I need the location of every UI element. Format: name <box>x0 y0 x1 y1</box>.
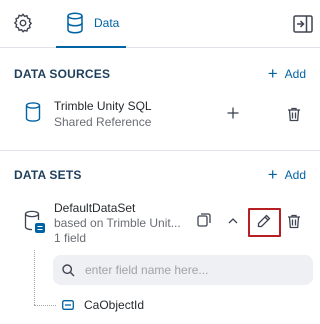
gear-icon <box>13 13 33 33</box>
data-set-name: DefaultDataSet <box>54 201 136 215</box>
edit-button-highlight <box>248 208 281 237</box>
trash-icon <box>288 107 300 121</box>
data-panel: Data DATA SOURCES + Add Trimble Unity SQ… <box>0 0 320 324</box>
tree-connector <box>34 250 35 305</box>
field-icon <box>62 300 74 310</box>
data-sources-header: DATA SOURCES + Add <box>14 64 306 84</box>
data-sources-title: DATA SOURCES <box>14 67 111 81</box>
tab-data-label: Data <box>94 16 120 30</box>
field-search-input[interactable] <box>85 263 295 277</box>
add-data-source-button[interactable]: + Add <box>267 64 306 83</box>
duplicate-data-set-button[interactable] <box>192 208 216 232</box>
panel-tab-bar: Data <box>0 0 320 48</box>
data-sets-title: DATA SETS <box>14 168 82 182</box>
plus-icon: + <box>267 165 278 184</box>
data-source-name: Trimble Unity SQL <box>54 99 152 113</box>
section-divider <box>0 150 320 151</box>
add-to-dataset-button[interactable] <box>221 101 245 125</box>
collapse-data-set-button[interactable] <box>221 208 245 232</box>
database-icon <box>25 102 41 122</box>
add-data-set-label: Add <box>284 168 306 182</box>
data-set-field-count: 1 field <box>54 231 87 245</box>
tab-settings[interactable] <box>10 10 36 36</box>
delete-data-set-button[interactable] <box>282 209 306 233</box>
tab-data[interactable]: Data <box>56 0 126 48</box>
field-list-item[interactable]: CaObjectId <box>62 296 144 314</box>
tree-connector <box>34 305 56 306</box>
plus-icon: + <box>267 64 278 83</box>
data-sets-header: DATA SETS + Add <box>14 165 306 185</box>
trash-icon <box>288 214 300 228</box>
dataset-icon <box>24 210 45 233</box>
chevron-up-icon <box>228 217 238 223</box>
data-source-row[interactable]: Trimble Unity SQL Shared Reference <box>0 96 320 136</box>
data-set-subtitle: based on Trimble Unit... <box>54 216 181 230</box>
data-source-subtitle: Shared Reference <box>54 115 152 129</box>
delete-data-source-button[interactable] <box>282 102 306 126</box>
copy-icon <box>197 213 211 227</box>
plus-icon <box>227 107 239 119</box>
field-name: CaObjectId <box>84 298 145 312</box>
field-search-box <box>53 255 313 285</box>
search-icon <box>62 263 75 276</box>
collapse-panel-button[interactable] <box>292 13 314 35</box>
add-data-set-button[interactable]: + Add <box>267 165 306 184</box>
add-data-source-label: Add <box>284 67 306 81</box>
database-icon <box>67 12 83 34</box>
collapse-panel-icon <box>293 15 313 33</box>
